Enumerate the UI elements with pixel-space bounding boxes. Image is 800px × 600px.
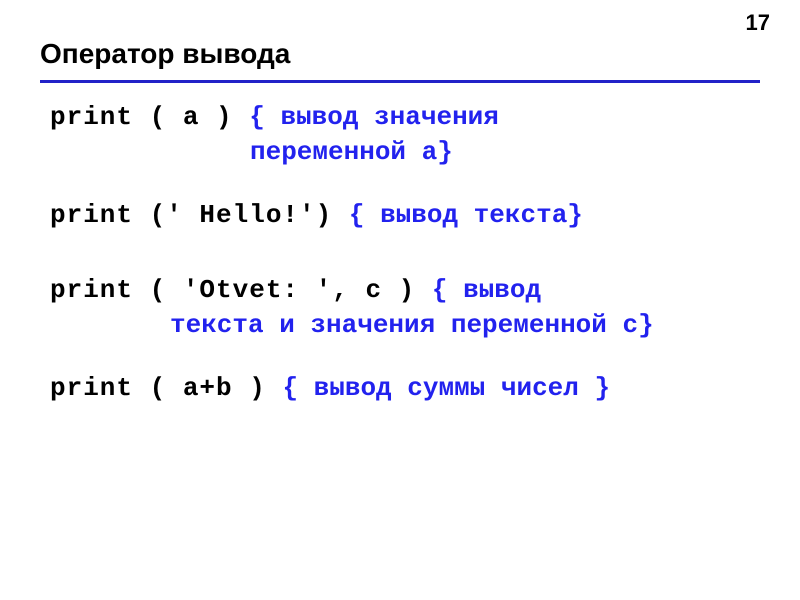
code-comment: { вывод значения (249, 102, 499, 132)
code-comment: текста и значения переменной c} (170, 310, 654, 340)
code-comment: переменной a} (250, 137, 453, 167)
code-comment: { вывод суммы чисел } (282, 373, 610, 403)
example-3: print ( 'Otvet: ', c ) { вывод текста и … (50, 273, 770, 343)
example-2: print (' Hello!') { вывод текста} (50, 198, 770, 233)
slide-title: Оператор вывода (40, 38, 290, 70)
code-text: print (' Hello!') (50, 200, 349, 230)
code-content: print ( a ) { вывод значения переменной … (50, 100, 770, 435)
code-text: print ( 'Otvet: ', c ) (50, 275, 432, 305)
page-number: 17 (746, 10, 770, 36)
example-4: print ( a+b ) { вывод суммы чисел } (50, 371, 770, 406)
code-text: print ( a+b ) (50, 373, 282, 403)
code-comment: { вывод (432, 275, 541, 305)
code-comment: { вывод текста} (349, 200, 583, 230)
code-text: print ( a ) (50, 102, 249, 132)
title-underline (40, 80, 760, 83)
example-1: print ( a ) { вывод значения переменной … (50, 100, 770, 170)
